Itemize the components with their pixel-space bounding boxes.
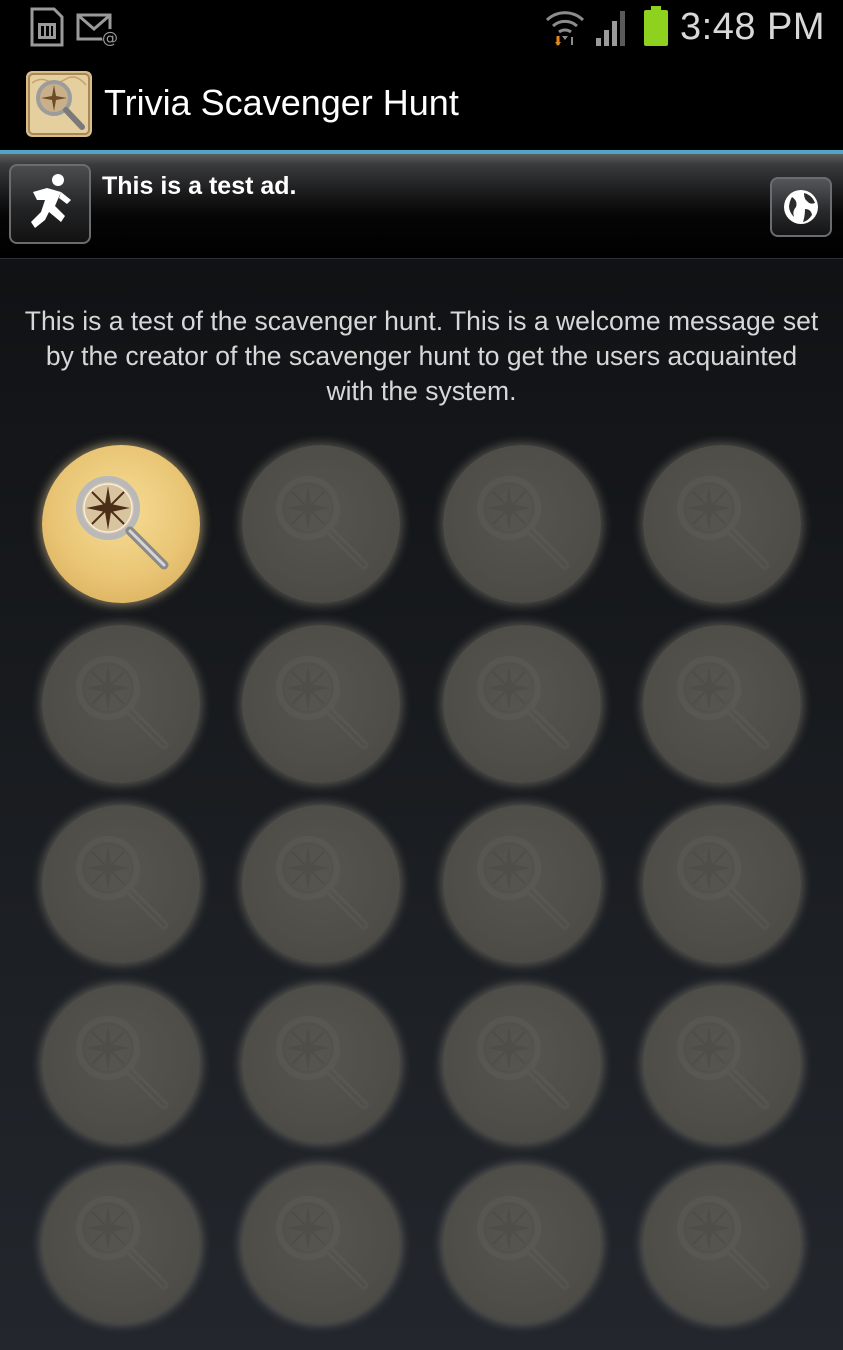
mail-icon: @ <box>76 13 118 46</box>
ad-globe-button[interactable] <box>770 177 832 237</box>
magnifier-icon <box>276 1196 369 1290</box>
hunt-item-11-locked[interactable] <box>443 805 601 963</box>
hunt-item-9-locked[interactable] <box>42 805 200 963</box>
action-bar: Trivia Scavenger Hunt <box>0 53 843 150</box>
running-man-icon <box>31 174 71 228</box>
hunt-item-18-locked[interactable] <box>242 1165 400 1323</box>
hunt-item-6-locked[interactable] <box>242 625 400 783</box>
magnifier-icon <box>677 656 770 750</box>
hunt-item-17-locked[interactable] <box>42 1165 200 1323</box>
hunt-item-7-locked[interactable] <box>443 625 601 783</box>
ad-text[interactable]: This is a test ad. <box>102 170 702 202</box>
hunt-item-19-locked[interactable] <box>443 1165 601 1323</box>
magnifier-icon <box>477 1016 570 1110</box>
hunt-item-10-locked[interactable] <box>242 805 400 963</box>
magnifier-icon <box>477 1196 570 1290</box>
hunt-item-13-locked[interactable] <box>42 985 200 1143</box>
globe-icon <box>784 190 818 224</box>
hunt-item-12-locked[interactable] <box>643 805 801 963</box>
magnifier-icon <box>677 1016 770 1110</box>
magnifier-icon <box>76 1196 169 1290</box>
hunt-item-4-locked[interactable] <box>643 445 801 603</box>
ad-banner[interactable]: This is a test ad. <box>0 154 843 259</box>
magnifier-icon <box>677 836 770 930</box>
hunt-item-grid <box>0 440 843 1330</box>
welcome-message: This is a test of the scavenger hunt. Th… <box>24 306 819 406</box>
hunt-item-2-locked[interactable] <box>242 445 400 603</box>
hunt-item-1-unlocked[interactable] <box>42 445 200 603</box>
sim-card-icon <box>30 7 64 47</box>
magnifier-icon <box>677 1196 770 1290</box>
magnifier-icon <box>276 476 369 570</box>
ad-icon-button[interactable] <box>9 164 91 244</box>
wifi-icon <box>545 11 585 46</box>
magnifier-compass-icon[interactable] <box>26 71 92 137</box>
magnifier-icon <box>477 656 570 750</box>
magnifier-icon <box>677 476 770 570</box>
hunt-item-14-locked[interactable] <box>242 985 400 1143</box>
hunt-item-5-locked[interactable] <box>42 625 200 783</box>
magnifier-icon <box>477 836 570 930</box>
hunt-item-3-locked[interactable] <box>443 445 601 603</box>
hunt-item-16-locked[interactable] <box>643 985 801 1143</box>
app-title: Trivia Scavenger Hunt <box>104 82 459 123</box>
app-screen: @ 3:48 PM Trivia Scavenger Hunt This is … <box>0 0 843 1350</box>
magnifier-icon <box>276 1016 369 1110</box>
hunt-item-15-locked[interactable] <box>443 985 601 1143</box>
magnifier-icon <box>76 836 169 930</box>
status-bar: @ 3:48 PM <box>0 0 843 53</box>
magnifier-icon <box>276 656 369 750</box>
magnifier-icon <box>276 836 369 930</box>
magnifier-icon <box>76 656 169 750</box>
battery-icon <box>644 6 668 46</box>
hunt-item-8-locked[interactable] <box>643 625 801 783</box>
status-time: 3:48 PM <box>680 6 826 48</box>
magnifier-icon <box>76 476 169 570</box>
magnifier-icon <box>76 1016 169 1110</box>
hunt-item-20-locked[interactable] <box>643 1165 801 1323</box>
svg-text:@: @ <box>102 28 118 46</box>
signal-icon <box>596 11 625 46</box>
magnifier-icon <box>477 476 570 570</box>
